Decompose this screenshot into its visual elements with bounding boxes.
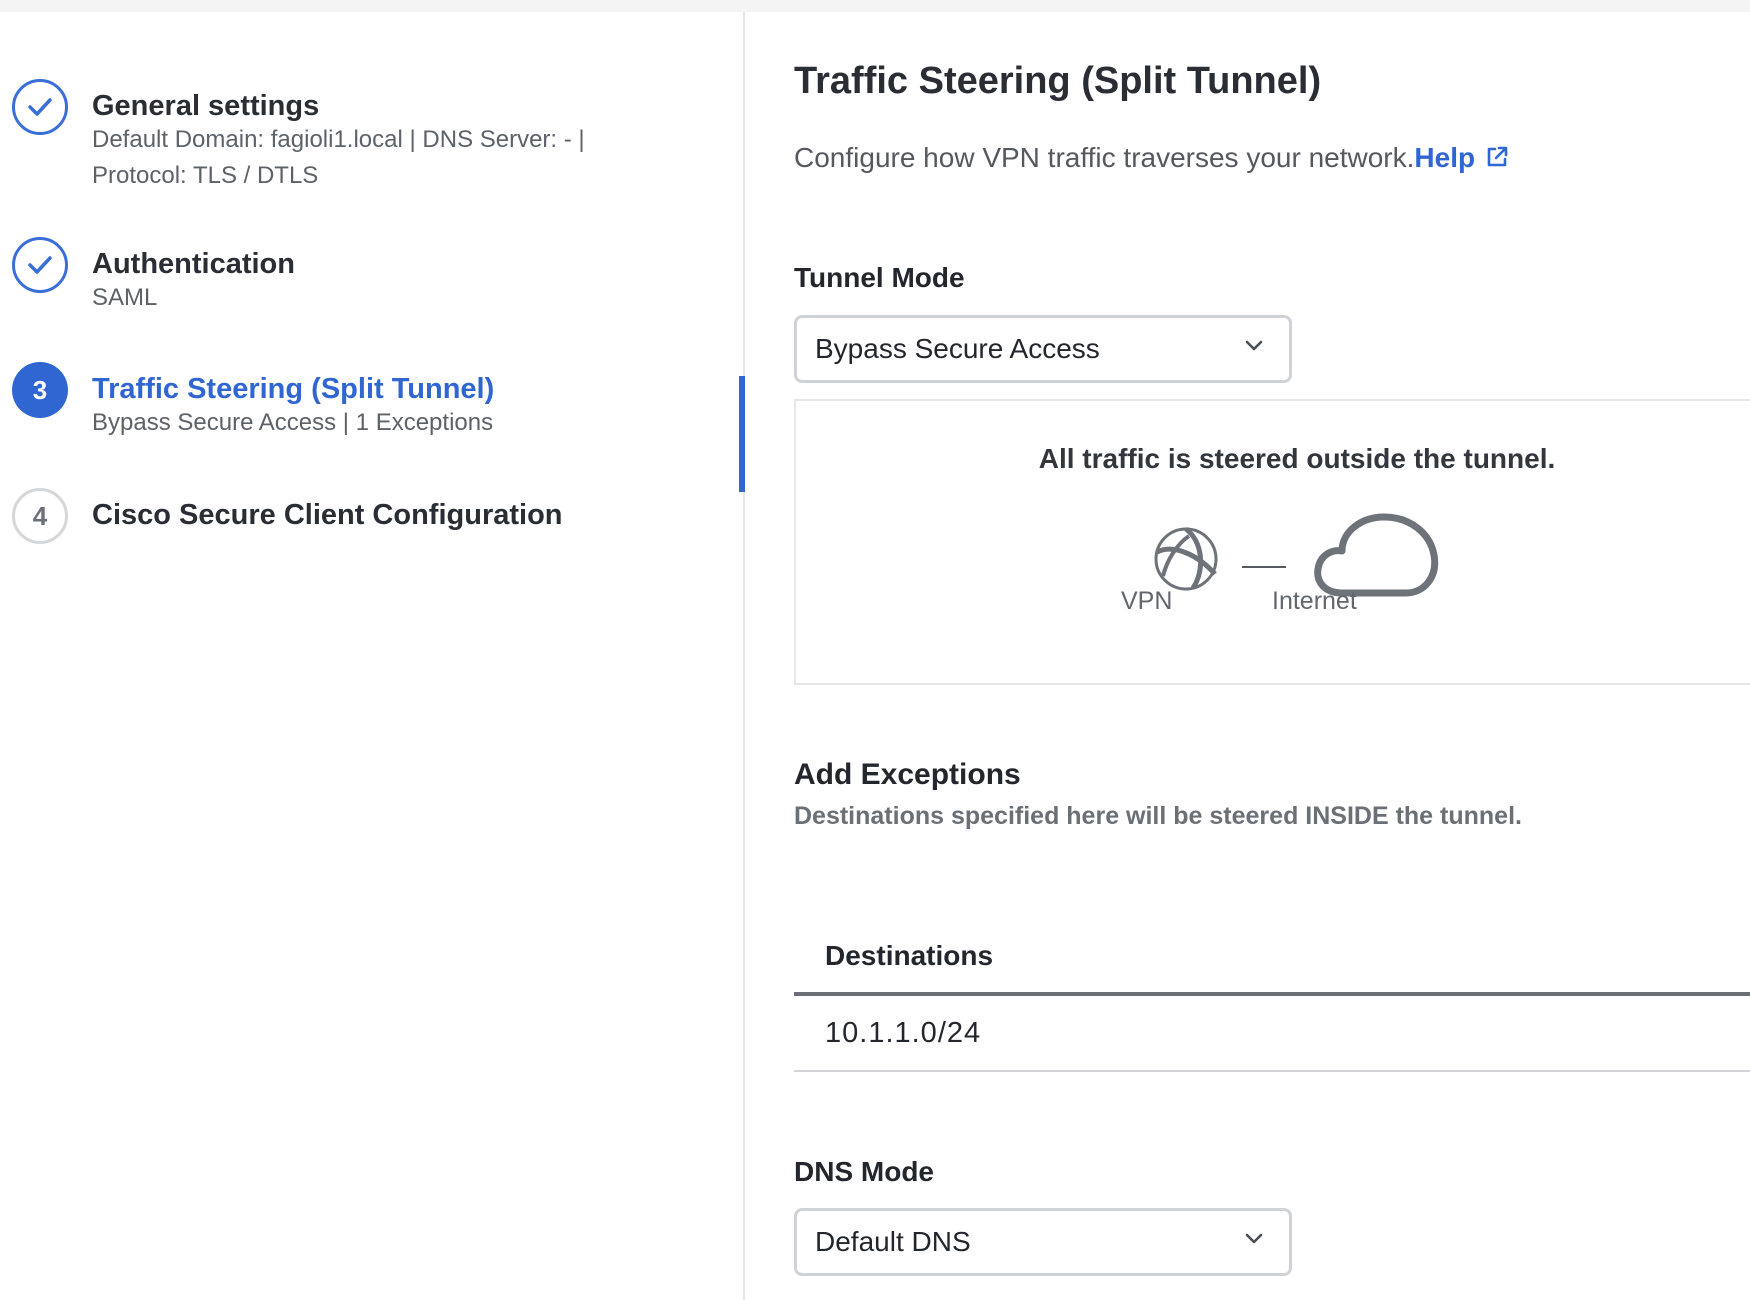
- vpn-globe-icon: [1154, 527, 1218, 591]
- tunnel-mode-value: Bypass Secure Access: [815, 333, 1100, 364]
- step-title: Authentication: [92, 248, 295, 280]
- step-title: Traffic Steering (Split Tunnel): [92, 373, 495, 405]
- check-icon: [28, 98, 52, 116]
- help-link-label: Help: [1414, 142, 1476, 173]
- step-subtitle: Default Domain: fagioli1.local | DNS Ser…: [92, 126, 585, 189]
- chevron-down-icon: [1245, 1233, 1263, 1244]
- step-subtitle: Bypass Secure Access | 1 Exceptions: [92, 409, 494, 436]
- destinations-table: Destinations 10.1.1.0/24: [794, 920, 1750, 1072]
- tunnel-mode-select[interactable]: Bypass Secure Access: [794, 315, 1292, 383]
- active-step-indicator: [739, 376, 745, 492]
- step-title: Cisco Secure Client Configuration: [92, 499, 563, 531]
- step-title: General settings: [92, 90, 320, 122]
- cloud-icon: [1314, 513, 1439, 597]
- help-link[interactable]: Help: [1414, 142, 1509, 173]
- step-complete-marker: [12, 237, 68, 293]
- table-header-destinations: Destinations: [794, 920, 1750, 996]
- chevron-down-icon: [1245, 340, 1263, 351]
- step-number-badge: 3: [12, 362, 68, 418]
- diagram-caption: All traffic is steered outside the tunne…: [1038, 443, 1556, 474]
- vpn-label: VPN: [1121, 587, 1173, 615]
- internet-label: Internet: [1272, 587, 1357, 615]
- tunnel-mode-diagram: All traffic is steered outside the tunne…: [794, 399, 1750, 685]
- dns-mode-value: Default DNS: [815, 1226, 971, 1257]
- external-link-icon: [1487, 146, 1508, 167]
- step-subtitle: SAML: [92, 284, 158, 311]
- description-text: Configure how VPN traffic traverses your…: [794, 142, 1415, 173]
- check-icon: [28, 256, 52, 274]
- dns-mode-select[interactable]: Default DNS: [794, 1208, 1292, 1276]
- diagram-connector: [1242, 566, 1286, 568]
- tunnel-mode-label: Tunnel Mode: [794, 262, 965, 293]
- main-panel: Traffic Steering (Split Tunnel) Configur…: [747, 12, 1750, 1300]
- step-number-badge: 4: [12, 488, 68, 544]
- step-complete-marker: [12, 79, 68, 135]
- exceptions-subtitle: Destinations specified here will be stee…: [794, 802, 1522, 830]
- dns-mode-label: DNS Mode: [794, 1156, 934, 1187]
- exceptions-title: Add Exceptions: [794, 758, 1021, 791]
- page-description: Configure how VPN traffic traverses your…: [794, 142, 1509, 174]
- page-title: Traffic Steering (Split Tunnel): [794, 60, 1322, 102]
- top-bar: [0, 0, 1750, 12]
- wizard-stepper: General settings Default Domain: fagioli…: [0, 12, 745, 1300]
- table-row[interactable]: 10.1.1.0/24: [794, 996, 1750, 1072]
